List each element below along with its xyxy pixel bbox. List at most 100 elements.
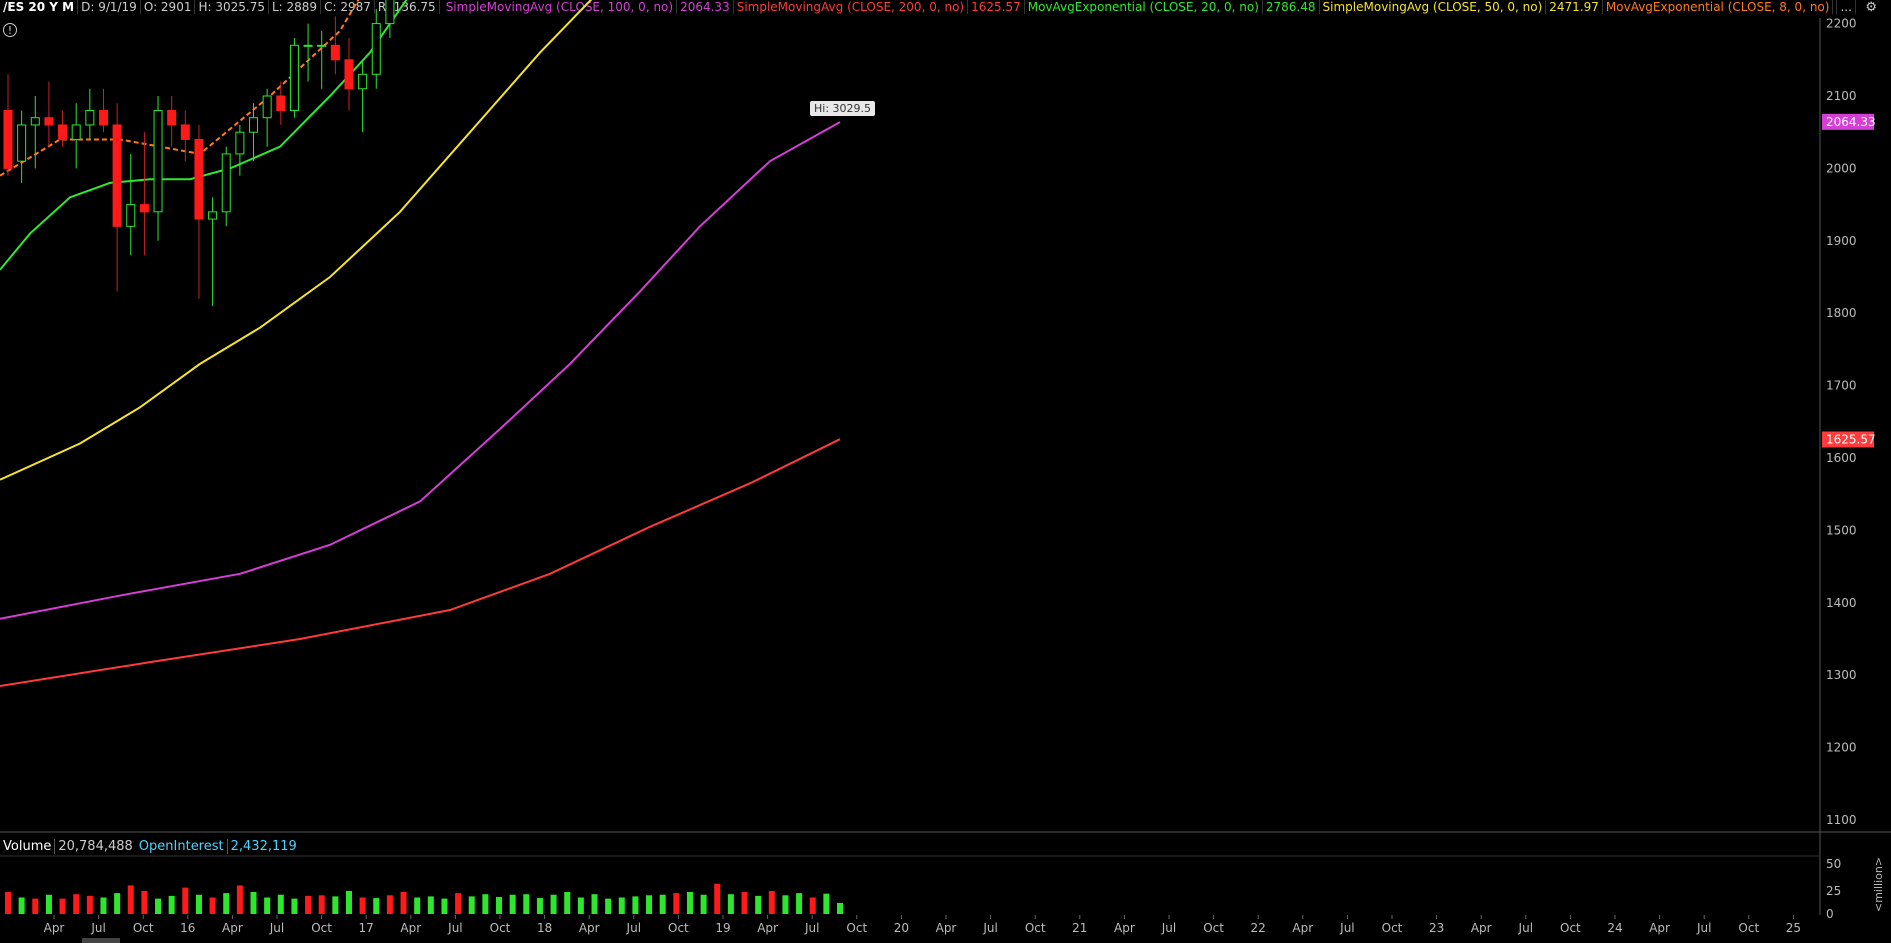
volume-bar	[686, 892, 693, 914]
volume-bar	[782, 895, 789, 914]
volume-label: Volume	[0, 839, 56, 854]
candle-body	[235, 131, 245, 155]
x-tick-label: Oct	[1738, 921, 1759, 935]
y-tick-label: 1700	[1826, 379, 1857, 393]
volume-header: Volume 20,784,488 OpenInterest 2,432,119	[0, 838, 300, 856]
volume-bar	[114, 893, 121, 914]
y-tick-label: 1100	[1826, 813, 1857, 827]
volume-bar	[32, 898, 39, 914]
volume-bar	[400, 892, 407, 914]
candle-body	[289, 44, 299, 111]
volume-bar	[45, 894, 52, 914]
volume-bar	[223, 893, 230, 914]
volume-bar	[359, 897, 366, 914]
candle-body	[85, 109, 95, 126]
candle-body	[112, 124, 122, 227]
volume-bar	[605, 898, 612, 914]
volume-tick-label: 25	[1826, 884, 1841, 898]
x-tick-label: 21	[1072, 921, 1087, 935]
x-tick-label: Oct	[846, 921, 867, 935]
volume-bar	[823, 893, 830, 914]
x-tick-label: Jul	[626, 921, 641, 935]
candle-body	[3, 109, 13, 169]
volume-bar	[577, 897, 584, 914]
volume-bar	[73, 894, 80, 914]
volume-bar	[155, 898, 162, 914]
x-tick-label: Apr	[1471, 921, 1492, 935]
x-tick-label: Jul	[1696, 921, 1711, 935]
candle-body	[17, 124, 27, 162]
candle-body	[58, 124, 68, 140]
high-annotation: Hi: 3029.5	[810, 101, 876, 116]
volume-bar	[509, 894, 516, 914]
volume-bar	[277, 894, 284, 914]
x-tick-label: Oct	[311, 921, 332, 935]
candle-body	[221, 153, 231, 213]
candle-body	[317, 44, 327, 47]
volume-bar	[550, 894, 557, 914]
volume-tick-label: 50	[1826, 857, 1841, 871]
volume-bar	[755, 895, 762, 914]
volume-bar	[59, 898, 66, 914]
volume-bar	[809, 897, 816, 914]
volume-bar	[209, 897, 216, 914]
candle-body	[167, 109, 177, 126]
candle-body	[98, 109, 108, 126]
volume-bar	[564, 892, 571, 914]
moving-average-line	[0, 0, 360, 177]
volume-bar	[536, 898, 543, 914]
x-tick-label: Jul	[982, 921, 997, 935]
volume-unit-label: <million>	[1872, 857, 1885, 912]
volume-bar	[455, 893, 462, 914]
volume-bar	[741, 892, 748, 914]
x-tick-label: Apr	[757, 921, 778, 935]
candle-body	[385, 0, 395, 25]
price-badge-label: 2064.33	[1826, 115, 1876, 129]
volume-bar	[768, 890, 775, 914]
x-tick-label: Oct	[490, 921, 511, 935]
x-tick-label: Jul	[1161, 921, 1176, 935]
y-tick-label: 2000	[1826, 161, 1857, 175]
candle-body	[194, 138, 204, 220]
candle-body	[262, 95, 272, 119]
x-tick-label: 19	[715, 921, 730, 935]
price-chart[interactable]: 200.0%$3283.25175.0%$3219.81200.0%$3193.…	[0, 0, 1891, 943]
volume-bar	[86, 895, 93, 914]
candle-body	[153, 109, 163, 213]
volume-bar	[632, 896, 639, 914]
volume-bar	[646, 895, 653, 914]
volume-bar	[727, 894, 734, 914]
moving-average-line	[0, 0, 593, 481]
candle-body	[330, 44, 340, 61]
y-tick-label: 1900	[1826, 234, 1857, 248]
y-tick-label: 1400	[1826, 596, 1857, 610]
x-tick-label: 16	[180, 921, 195, 935]
volume-tick-label: 0	[1826, 907, 1834, 921]
candle-body	[139, 204, 149, 213]
x-tick-label: Apr	[44, 921, 65, 935]
x-tick-label: Apr	[579, 921, 600, 935]
x-tick-label: 24	[1607, 921, 1622, 935]
volume-bar	[345, 890, 352, 914]
volume-bar	[168, 895, 175, 914]
scrollbar-thumb	[82, 938, 120, 943]
x-tick-label: Oct	[1025, 921, 1046, 935]
volume-bar	[482, 894, 489, 914]
volume-bar	[250, 892, 257, 914]
x-tick-label: 17	[359, 921, 374, 935]
candle-body	[276, 95, 286, 111]
volume-bar	[673, 893, 680, 914]
candle-body	[208, 211, 218, 220]
x-tick-label: Jul	[269, 921, 284, 935]
x-tick-label: Oct	[1382, 921, 1403, 935]
price-badge-label: 1625.57	[1826, 432, 1876, 446]
x-tick-label: Apr	[400, 921, 421, 935]
x-tick-label: Oct	[668, 921, 689, 935]
candle-body	[344, 59, 354, 90]
volume-bar	[523, 894, 530, 914]
high-annotation-text: Hi: 3029.5	[814, 102, 872, 115]
y-tick-label: 1600	[1826, 451, 1857, 465]
x-tick-label: Jul	[90, 921, 105, 935]
volume-bar	[264, 897, 271, 914]
x-tick-label: Oct	[1560, 921, 1581, 935]
